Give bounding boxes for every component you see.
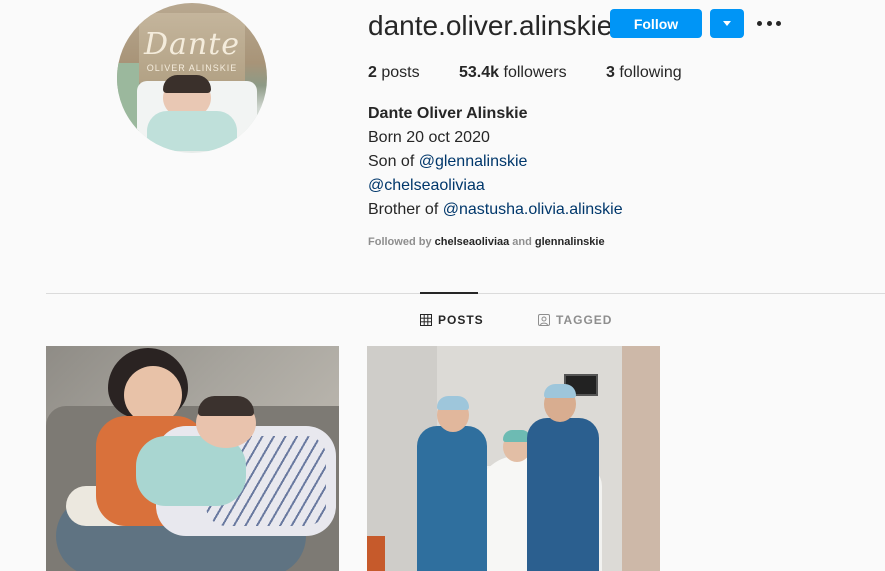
following-count: 3 bbox=[606, 64, 615, 81]
more-options-icon[interactable] bbox=[757, 14, 781, 32]
dot bbox=[757, 20, 762, 26]
avatar-sign-sub: OLIVER ALINSKIE bbox=[146, 63, 238, 73]
suggestions-dropdown-button[interactable] bbox=[710, 9, 744, 38]
mention-link-glennalinskie[interactable]: @glennalinskie bbox=[419, 153, 528, 170]
followed-by-prefix: Followed by bbox=[368, 236, 435, 248]
bio-line-mention: @chelseaoliviaa bbox=[368, 177, 485, 195]
posts-count: 2 bbox=[368, 64, 377, 81]
mention-link-nastusha[interactable]: @nastusha.olivia.alinskie bbox=[443, 201, 623, 218]
caret-down-icon bbox=[723, 21, 731, 26]
profile-full-name: Dante Oliver Alinskie bbox=[368, 105, 528, 122]
tab-posts-label: POSTS bbox=[438, 313, 484, 327]
post-thumbnail[interactable] bbox=[367, 346, 660, 571]
tagged-icon bbox=[538, 314, 550, 326]
tab-posts[interactable]: POSTS bbox=[420, 313, 484, 327]
following-label: following bbox=[619, 64, 682, 81]
grid-icon bbox=[420, 314, 432, 326]
profile-page: Dante OLIVER ALINSKIE dante.oliver.alins… bbox=[0, 0, 885, 571]
avatar-baby-wrap bbox=[147, 111, 237, 151]
dot bbox=[766, 20, 772, 26]
bio-line-son-of: Son of @glennalinskie bbox=[368, 153, 527, 171]
following-stat[interactable]: 3 following bbox=[606, 64, 682, 82]
post-2-curtain bbox=[622, 346, 660, 571]
posts-label: posts bbox=[381, 64, 420, 81]
post-2-doctor-2 bbox=[527, 418, 599, 571]
followed-by-line[interactable]: Followed by chelseaoliviaa and glennalin… bbox=[368, 236, 605, 248]
followers-stat[interactable]: 53.4k followers bbox=[459, 64, 567, 82]
bio-brother-of-prefix: Brother of bbox=[368, 201, 443, 218]
mention-link-chelseaoliviaa[interactable]: @chelseaoliviaa bbox=[368, 177, 485, 194]
bio-line-brother-of: Brother of @nastusha.olivia.alinskie bbox=[368, 201, 623, 219]
follow-button[interactable]: Follow bbox=[610, 9, 702, 38]
active-tab-indicator bbox=[420, 292, 478, 294]
bio-line-born: Born 20 oct 2020 bbox=[368, 129, 490, 146]
followed-by-user-2: glennalinskie bbox=[534, 236, 605, 248]
followers-count: 53.4k bbox=[459, 64, 500, 81]
followers-label: followers bbox=[503, 64, 567, 81]
post-2-chair bbox=[367, 536, 385, 571]
bio-son-of-prefix: Son of bbox=[368, 153, 419, 170]
post-2-doctor-1-cap bbox=[437, 396, 469, 410]
dot bbox=[776, 20, 781, 26]
tab-tagged-label: TAGGED bbox=[556, 313, 613, 327]
profile-avatar[interactable]: Dante OLIVER ALINSKIE bbox=[117, 3, 267, 153]
followed-by-joiner: and bbox=[509, 236, 535, 248]
followed-by-user-1: chelseaoliviaa bbox=[434, 236, 510, 248]
post-thumbnail[interactable] bbox=[46, 346, 339, 571]
post-2-doctor-2-cap bbox=[544, 384, 576, 398]
post-1-baby-hair bbox=[198, 396, 254, 416]
avatar-sign-script: Dante bbox=[143, 27, 241, 62]
avatar-baby-hair bbox=[163, 75, 211, 93]
posts-stat: 2 posts bbox=[368, 64, 420, 82]
profile-username: dante.oliver.alinskie bbox=[368, 10, 613, 41]
avatar-basket bbox=[117, 63, 139, 133]
post-2-doctor-1 bbox=[417, 426, 487, 571]
tab-tagged[interactable]: TAGGED bbox=[538, 313, 612, 327]
